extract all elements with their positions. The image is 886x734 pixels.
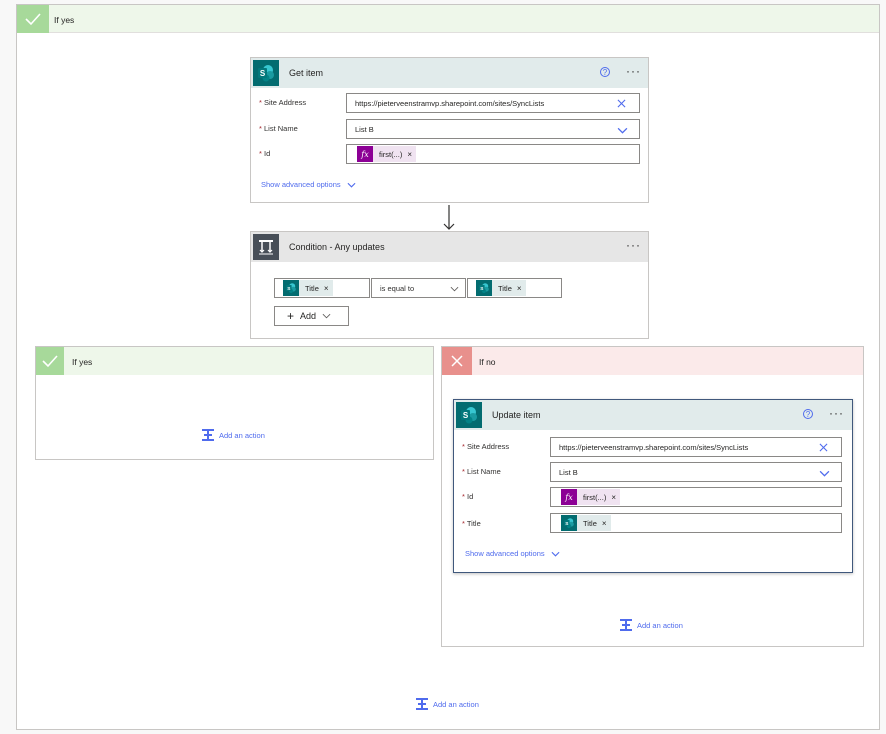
branch-if-no-header[interactable]: If no	[442, 347, 863, 375]
chevron-down-icon	[347, 182, 356, 188]
get-item-header[interactable]: Get item ? ···	[251, 58, 648, 88]
fx-icon: fx	[561, 489, 577, 505]
operator-value: is equal to	[380, 283, 415, 293]
branch-if-yes-header[interactable]: If yes	[36, 347, 433, 375]
check-icon	[17, 5, 49, 33]
chevron-down-icon	[819, 470, 830, 477]
advanced-label: Show advanced options	[465, 549, 545, 558]
id-label: * Id	[462, 492, 474, 501]
token-label: first(...)	[583, 492, 607, 502]
chevron-down-icon	[322, 313, 331, 319]
more-options-icon[interactable]: ···	[626, 238, 641, 252]
add-action-label: Add an action	[433, 699, 479, 709]
branch-if-yes: If yes Add an action	[35, 346, 434, 460]
remove-token-icon[interactable]: ×	[517, 284, 522, 293]
flow-arrow-icon	[443, 205, 455, 230]
outer-if-yes-label: If yes	[54, 15, 75, 25]
outer-if-yes-container: If yes Get item ? ··· * Site Address htt…	[16, 4, 880, 730]
update-item-title: Update item	[492, 410, 541, 420]
list-name-value: List B	[559, 467, 578, 477]
clear-icon[interactable]	[617, 99, 626, 108]
condition-header[interactable]: Condition - Any updates ···	[251, 232, 648, 262]
update-item-card: Update item ? ··· * Site Address https:/…	[453, 399, 853, 573]
token-label: Title	[305, 283, 319, 293]
token-label: first(...)	[379, 149, 403, 159]
list-name-dropdown[interactable]: List B	[346, 119, 640, 139]
condition-card: Condition - Any updates ··· Title × is e…	[250, 231, 649, 339]
site-address-field[interactable]: https://pieterveenstramvp.sharepoint.com…	[550, 437, 842, 457]
title-label: * Title	[462, 519, 481, 528]
add-action-icon	[201, 428, 215, 442]
condition-title: Condition - Any updates	[289, 242, 385, 252]
remove-token-icon[interactable]: ×	[602, 519, 607, 528]
help-icon[interactable]: ?	[600, 67, 610, 77]
sharepoint-icon	[283, 280, 299, 296]
chevron-down-icon	[551, 551, 560, 557]
outer-if-yes-header[interactable]: If yes	[17, 5, 879, 33]
sharepoint-icon	[476, 280, 492, 296]
fx-icon: fx	[357, 146, 373, 162]
branch-if-yes-label: If yes	[72, 357, 93, 367]
id-field[interactable]: fx first(...) ×	[346, 144, 640, 164]
add-label: Add	[300, 311, 317, 321]
site-address-value: https://pieterveenstramvp.sharepoint.com…	[355, 98, 545, 108]
add-action-button[interactable]: Add an action	[201, 428, 265, 442]
id-label: * Id	[259, 149, 271, 158]
token-label: Title	[583, 518, 597, 528]
token-label: Title	[498, 283, 512, 293]
sharepoint-icon	[253, 60, 279, 86]
show-advanced-options[interactable]: Show advanced options	[465, 549, 560, 558]
sharepoint-icon	[456, 402, 482, 428]
clear-icon[interactable]	[819, 443, 828, 452]
list-name-label: * List Name	[259, 124, 298, 133]
id-field[interactable]: fx first(...) ×	[550, 487, 842, 507]
add-action-icon	[415, 697, 429, 711]
condition-icon	[253, 234, 279, 260]
more-options-icon[interactable]: ···	[626, 64, 641, 78]
add-action-icon	[619, 618, 633, 632]
close-icon	[442, 347, 472, 375]
expression-token[interactable]: fx first(...) ×	[561, 489, 620, 505]
expression-token[interactable]: fx first(...) ×	[357, 146, 416, 162]
list-name-dropdown[interactable]: List B	[550, 462, 842, 482]
add-condition-button[interactable]: + Add	[274, 306, 349, 326]
list-name-label: * List Name	[462, 467, 501, 476]
sharepoint-icon	[561, 515, 577, 531]
update-item-header[interactable]: Update item ? ···	[454, 400, 852, 430]
remove-token-icon[interactable]: ×	[407, 150, 412, 159]
add-action-label: Add an action	[637, 620, 683, 630]
chevron-down-icon	[450, 286, 459, 292]
get-item-title: Get item	[289, 68, 324, 78]
remove-token-icon[interactable]: ×	[611, 493, 616, 502]
more-options-icon[interactable]: ···	[829, 406, 844, 420]
branch-if-no: If no Update item ? ··· * Site Address h…	[441, 346, 864, 647]
get-item-card: Get item ? ··· * Site Address https://pi…	[250, 57, 649, 203]
dynamic-content-token[interactable]: Title ×	[561, 515, 611, 531]
list-name-value: List B	[355, 124, 374, 134]
outer-add-action-button[interactable]: Add an action	[415, 697, 479, 711]
add-action-label: Add an action	[219, 430, 265, 440]
site-address-field[interactable]: https://pieterveenstramvp.sharepoint.com…	[346, 93, 640, 113]
condition-left-operand[interactable]: Title ×	[274, 278, 370, 298]
remove-token-icon[interactable]: ×	[324, 284, 329, 293]
title-field[interactable]: Title ×	[550, 513, 842, 533]
plus-icon: +	[287, 309, 295, 323]
dynamic-content-token[interactable]: Title ×	[283, 280, 333, 296]
branch-if-no-label: If no	[479, 357, 496, 367]
condition-right-operand[interactable]: Title ×	[467, 278, 562, 298]
operator-dropdown[interactable]: is equal to	[371, 278, 466, 298]
site-address-value: https://pieterveenstramvp.sharepoint.com…	[559, 442, 749, 452]
add-action-button[interactable]: Add an action	[619, 618, 683, 632]
site-address-label: * Site Address	[462, 442, 510, 451]
dynamic-content-token[interactable]: Title ×	[476, 280, 526, 296]
show-advanced-options[interactable]: Show advanced options	[261, 180, 356, 189]
check-icon	[36, 347, 64, 375]
chevron-down-icon	[617, 127, 628, 134]
help-icon[interactable]: ?	[803, 409, 813, 419]
advanced-label: Show advanced options	[261, 180, 341, 189]
site-address-label: * Site Address	[259, 98, 307, 107]
